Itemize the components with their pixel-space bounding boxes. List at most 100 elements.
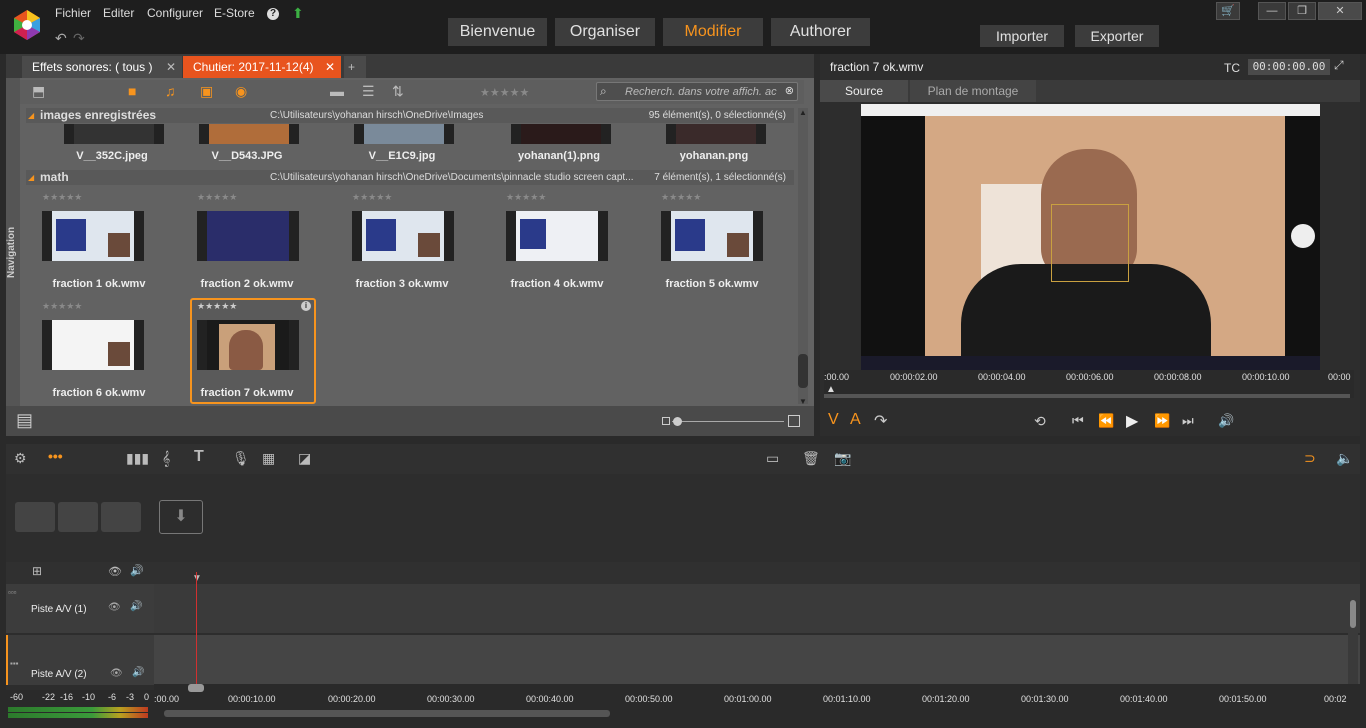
- speaker-icon[interactable]: 🔊: [132, 667, 144, 678]
- thumbnail[interactable]: [666, 124, 766, 144]
- rating-filter[interactable]: ★★★★★: [480, 86, 529, 99]
- tab-bin[interactable]: Chutier: 2017-11-12(4) ✕: [183, 56, 341, 78]
- folder-icon[interactable]: ▬: [330, 83, 344, 99]
- add-tab-icon[interactable]: +: [344, 56, 366, 78]
- rating-stars[interactable]: ★★★★★: [197, 192, 237, 203]
- section-images-header[interactable]: ◢ images enregistrées C:\Utilisateurs\yo…: [26, 108, 794, 123]
- info-icon[interactable]: i: [301, 301, 311, 311]
- loop-icon[interactable]: ⟲: [1034, 413, 1046, 430]
- timeline-hscroll[interactable]: [164, 710, 610, 717]
- more-icon[interactable]: •••: [48, 448, 63, 464]
- fullscreen-icon[interactable]: ⤢: [1334, 58, 1344, 73]
- update-arrow-icon[interactable]: ⬆: [292, 5, 304, 22]
- eye-icon[interactable]: 👁: [108, 602, 121, 613]
- track-1[interactable]: ▫▫▫ Piste A/V (1) 👁 🔊: [6, 584, 1360, 633]
- audio-track-toggle[interactable]: A: [850, 411, 861, 429]
- add-to-bin-icon[interactable]: ⬒: [32, 83, 45, 100]
- video-thumbnail[interactable]: [506, 211, 608, 261]
- tab-storyboard[interactable]: Plan de montage: [910, 80, 1036, 102]
- help-icon[interactable]: ?: [267, 8, 279, 20]
- tab-welcome[interactable]: Bienvenue: [448, 18, 547, 46]
- close-icon[interactable]: ✕: [166, 56, 176, 78]
- thumbnail[interactable]: [64, 124, 164, 144]
- audio-mixer-icon[interactable]: ▮▮▮: [126, 450, 149, 467]
- cart-icon[interactable]: 🛒: [1216, 2, 1240, 20]
- add-track-icon[interactable]: ⊞: [32, 564, 42, 578]
- magnet-icon[interactable]: ⊃: [1304, 450, 1316, 467]
- scrubber-icon[interactable]: ▲: [826, 384, 836, 395]
- chart-icon[interactable]: ◪: [298, 450, 311, 467]
- step-back-icon[interactable]: ⏪: [1098, 413, 1114, 429]
- storyboard-icon[interactable]: ▭: [766, 450, 779, 467]
- menu-edit[interactable]: Editer: [103, 6, 134, 20]
- track-label[interactable]: Piste A/V (2): [31, 669, 87, 680]
- zoom-slider[interactable]: [672, 421, 784, 422]
- video-thumbnail[interactable]: [42, 211, 144, 261]
- microphone-icon[interactable]: 🎙: [232, 450, 250, 467]
- storyboard-slot[interactable]: [58, 502, 98, 532]
- playhead-line[interactable]: [196, 572, 197, 692]
- video-thumbnail[interactable]: [197, 320, 299, 370]
- small-thumb-icon[interactable]: [662, 417, 670, 425]
- redo-icon[interactable]: ↷: [73, 30, 85, 47]
- track-menu-icon[interactable]: ▫▫▫: [8, 588, 17, 597]
- storyboard-slot[interactable]: [101, 502, 141, 532]
- video-thumbnail[interactable]: [352, 211, 454, 261]
- close-icon[interactable]: ✕: [325, 56, 335, 78]
- playhead-handle[interactable]: [188, 684, 204, 692]
- rating-stars[interactable]: ★★★★★: [506, 192, 546, 203]
- view-list-icon[interactable]: ☰: [362, 83, 375, 100]
- navigation-strip[interactable]: Navigation: [6, 78, 20, 436]
- music-icon[interactable]: 𝄞: [162, 450, 170, 467]
- video-track-toggle[interactable]: V: [828, 411, 839, 429]
- menu-estore[interactable]: E-Store: [214, 6, 255, 20]
- video-thumbnail[interactable]: [42, 320, 144, 370]
- project-filter-icon[interactable]: ◉: [235, 83, 247, 100]
- rating-stars[interactable]: ★★★★★: [197, 301, 237, 312]
- timeline-ruler[interactable]: :00.00 00:00:10.00 00:00:20.00 00:00:30.…: [154, 684, 1360, 724]
- section-math-header[interactable]: ◢ math C:\Utilisateurs\yohanan hirsch\On…: [26, 170, 794, 185]
- snapshot-icon[interactable]: 📷: [834, 450, 851, 467]
- import-button[interactable]: Importer: [980, 25, 1064, 47]
- restore-button[interactable]: ❐: [1288, 2, 1316, 20]
- volume-icon[interactable]: 🔊: [1218, 413, 1234, 429]
- video-preview[interactable]: [861, 104, 1320, 370]
- zoom-slider-thumb[interactable]: [673, 417, 682, 426]
- rating-stars[interactable]: ★★★★★: [661, 192, 701, 203]
- speaker-icon[interactable]: 🔊: [130, 601, 142, 612]
- tab-author[interactable]: Authorer: [771, 18, 870, 46]
- send-to-timeline-icon[interactable]: ↷: [874, 411, 887, 431]
- settings-icon[interactable]: ⚙: [14, 450, 27, 467]
- undo-icon[interactable]: ↶: [55, 30, 67, 47]
- drop-target-icon[interactable]: ⬇: [159, 500, 203, 534]
- collapse-icon[interactable]: ◢: [28, 173, 34, 182]
- collapse-icon[interactable]: ◢: [28, 111, 34, 120]
- scrub-bar[interactable]: [824, 394, 1350, 398]
- trash-icon[interactable]: 🗑: [802, 450, 820, 467]
- tab-organize[interactable]: Organiser: [555, 18, 655, 46]
- library-scrollbar[interactable]: ▲ ▼: [798, 108, 808, 406]
- preview-ruler[interactable]: :00.00 00:00:02.00 00:00:04.00 00:00:06.…: [824, 370, 1354, 398]
- rating-stars[interactable]: ★★★★★: [352, 192, 392, 203]
- export-button[interactable]: Exporter: [1075, 25, 1159, 47]
- menu-file[interactable]: Fichier: [55, 6, 91, 20]
- rating-stars[interactable]: ★★★★★: [42, 301, 82, 312]
- scroll-thumb[interactable]: [798, 354, 808, 388]
- play-icon[interactable]: ▶: [1126, 411, 1138, 431]
- timeline-vscroll[interactable]: [1348, 584, 1358, 684]
- go-to-end-icon[interactable]: ⏭: [1182, 413, 1194, 429]
- thumbnail[interactable]: [354, 124, 454, 144]
- eye-icon[interactable]: 👁: [110, 668, 123, 679]
- step-forward-icon[interactable]: ⏩: [1154, 413, 1170, 429]
- large-thumb-icon[interactable]: [788, 415, 800, 427]
- clear-search-icon[interactable]: ⊗: [785, 84, 794, 97]
- track-menu-icon[interactable]: ▪▪▪: [10, 659, 19, 668]
- close-button[interactable]: ✕: [1318, 2, 1362, 20]
- timecode-display[interactable]: 00:00:00.00: [1248, 59, 1330, 75]
- audio-scrub-icon[interactable]: 🔈: [1336, 450, 1353, 467]
- photo-filter-icon[interactable]: ▣: [200, 83, 213, 100]
- menu-configure[interactable]: Configurer: [147, 6, 203, 20]
- scroll-up-icon[interactable]: ▲: [799, 108, 807, 117]
- camera-icon[interactable]: [1291, 224, 1315, 248]
- tab-edit[interactable]: Modifier: [663, 18, 763, 46]
